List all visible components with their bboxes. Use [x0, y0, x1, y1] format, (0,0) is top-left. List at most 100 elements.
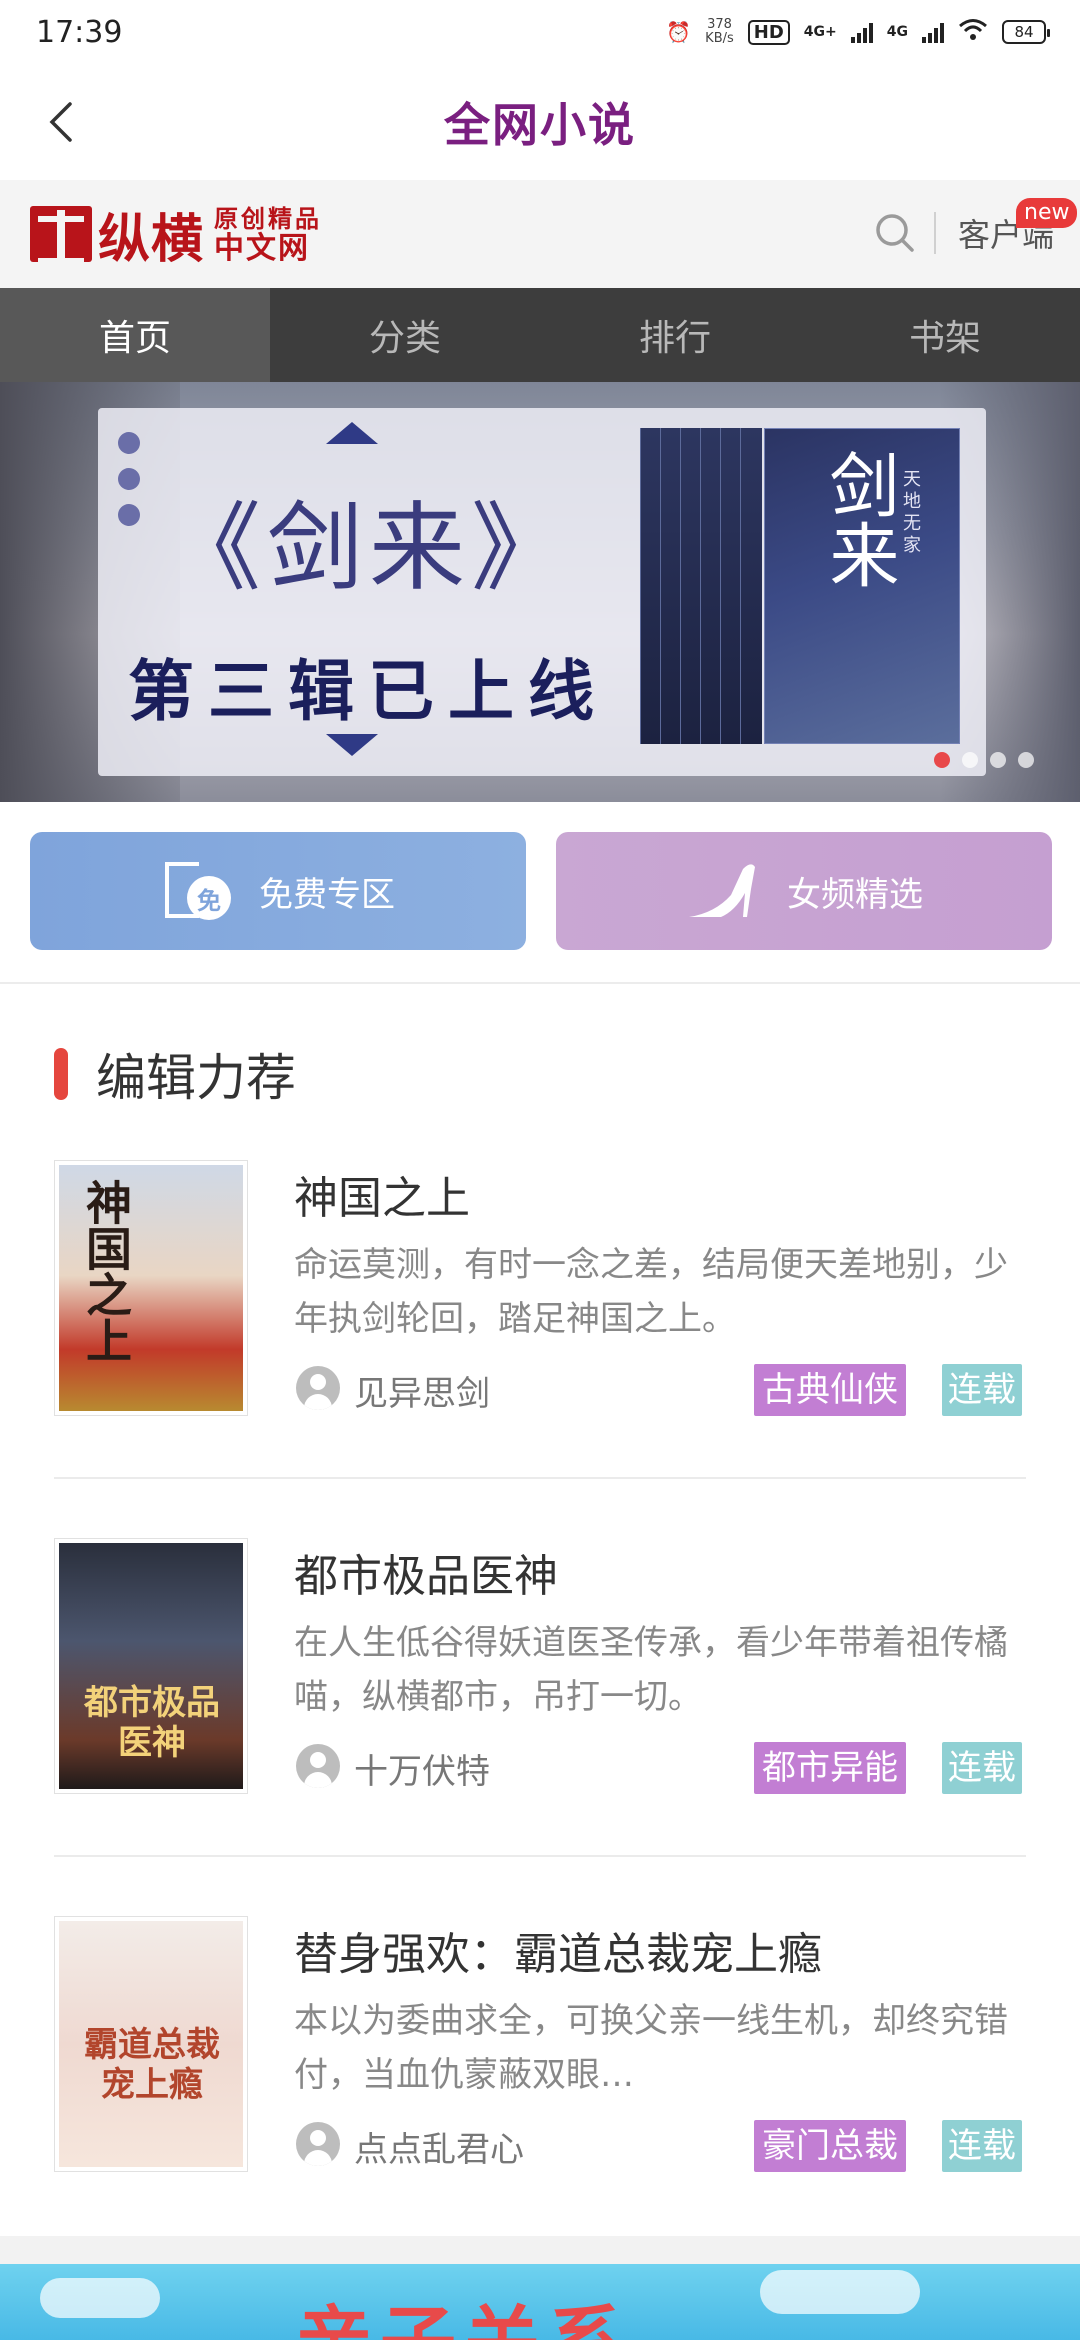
genre-tag[interactable]: 豪门总裁 [754, 2120, 906, 2172]
cover-title: 神国之上 [79, 1179, 133, 1363]
free-book-icon: 免 [161, 860, 233, 922]
cover-title: 霸道总裁宠上瘾 [84, 2025, 220, 2105]
book-cover[interactable]: 神国之上 [54, 1160, 248, 1416]
chevron-down-icon [326, 734, 378, 756]
book-front-title: 剑来 [818, 449, 900, 589]
banner-title: 《剑来》 [165, 492, 573, 604]
chevron-left-icon [49, 102, 72, 142]
sim2-label: 4G [886, 24, 908, 40]
book-spine [720, 428, 742, 744]
promo-banner[interactable]: 《剑来》 第三辑已上线 剑来 天地无家 [0, 382, 1080, 802]
divider [934, 212, 936, 254]
book-item[interactable]: 霸道总裁宠上瘾 替身强欢：霸道总裁宠上瘾 本以为委曲求全，可换父亲一线生机，却终… [54, 1916, 1026, 2246]
logo-mark-icon [30, 206, 92, 264]
page-title: 全网小说 [444, 98, 636, 152]
status-icons: ⏰ 378 KB/s HD 4G+ 4G 84 [666, 18, 1050, 47]
author-name: 见异思剑 [354, 1374, 490, 1414]
search-icon [876, 214, 914, 252]
search-button[interactable] [872, 210, 918, 256]
female-picks-label: 女频精选 [787, 874, 923, 915]
book-spine [660, 428, 682, 744]
book-description: 本以为委曲求全，可换父亲一线生机，却终究错付，当血仇蒙蔽双眼… [294, 2001, 1008, 2095]
book-title[interactable]: 替身强欢：霸道总裁宠上瘾 [294, 1918, 822, 1982]
back-button[interactable] [40, 98, 88, 146]
new-badge: new [1016, 198, 1078, 228]
author-avatar-icon [296, 1366, 340, 1410]
section-header: 编辑力荐 [54, 1038, 296, 1110]
genre-tag[interactable]: 古典仙侠 [754, 1364, 906, 1416]
free-badge: 免 [187, 876, 231, 920]
book-cover[interactable]: 都市极品医神 [54, 1538, 248, 1794]
pager-dot[interactable] [990, 752, 1006, 768]
item-divider [54, 1855, 1026, 1857]
free-zone-label: 免费专区 [259, 874, 395, 915]
alarm-icon: ⏰ [666, 20, 692, 44]
book-spine [640, 428, 662, 744]
book-item[interactable]: 神国之上 神国之上 命运莫测，有时一念之差，结局便天差地别，少年执剑轮回，踏足神… [54, 1160, 1026, 1490]
nav-tabs: 首页 分类 排行 书架 [0, 288, 1080, 382]
pager-dot[interactable] [1018, 752, 1034, 768]
status-tag: 连载 [942, 2120, 1022, 2172]
wifi-icon [958, 18, 988, 47]
cloud-decoration [760, 2270, 920, 2314]
status-time: 17:39 [36, 14, 123, 50]
logo-sub-bottom: 中文网 [214, 231, 311, 266]
high-heel-icon [689, 864, 755, 917]
zongheng-logo[interactable]: 纵横 原创精品 中文网 [30, 202, 322, 270]
status-tag: 连载 [942, 1364, 1022, 1416]
book-spine [680, 428, 702, 744]
banner-subtitle: 第三辑已上线 [128, 652, 608, 730]
logo-main-text: 纵横 [98, 208, 205, 270]
female-picks-button[interactable]: 女频精选 [556, 832, 1052, 950]
book-cover[interactable]: 霸道总裁宠上瘾 [54, 1916, 248, 2172]
book-cover-art: 霸道总裁宠上瘾 [59, 1921, 243, 2167]
book-item[interactable]: 都市极品医神 都市极品医神 在人生低谷得妖道医圣传承，看少年带着祖传橘喵，纵横都… [54, 1538, 1026, 1868]
banner-pager [934, 752, 1034, 768]
logo-sub-top: 原创精品 [214, 205, 323, 233]
cloud-decoration [40, 2278, 160, 2318]
cover-title: 都市极品医神 [84, 1683, 220, 1763]
book-title[interactable]: 神国之上 [294, 1162, 470, 1226]
chevron-up-icon [326, 422, 378, 444]
net-speed-unit: KB/s [705, 31, 734, 46]
bottom-banner-text: 亲子关系 [296, 2280, 632, 2340]
banner-decoration [118, 432, 140, 526]
sim1-label: 4G+ [803, 24, 837, 40]
book-spine [740, 428, 762, 744]
book-front-sub: 天地无家 [903, 469, 921, 556]
tab-home[interactable]: 首页 [0, 288, 270, 382]
tab-category[interactable]: 分类 [270, 288, 540, 382]
net-speed: 378 KB/s [705, 18, 734, 46]
free-zone-button[interactable]: 免 免费专区 [30, 832, 526, 950]
tab-bookshelf[interactable]: 书架 [810, 288, 1080, 382]
logo-sub: 原创精品 中文网 [214, 204, 322, 264]
bottom-gap [0, 2236, 1080, 2264]
brand-bar: 纵横 原创精品 中文网 客户端 [0, 180, 1080, 288]
book-cover-art: 都市极品医神 [59, 1543, 243, 1789]
item-divider [54, 1477, 1026, 1479]
signal-icon [850, 21, 873, 43]
book-description: 在人生低谷得妖道医圣传承，看少年带着祖传橘喵，纵横都市，吊打一切。 [294, 1623, 1008, 1717]
battery-icon: 84 [1002, 20, 1050, 44]
signal-icon-2 [922, 21, 944, 43]
section-title: 编辑力荐 [96, 1049, 296, 1107]
status-tag: 连载 [942, 1742, 1022, 1794]
pager-dot-active[interactable] [934, 752, 950, 768]
hd-badge: HD [747, 19, 790, 45]
title-bar: 全网小说 [0, 64, 1080, 180]
genre-tag[interactable]: 都市异能 [754, 1742, 906, 1794]
author-name: 点点乱君心 [354, 2130, 524, 2170]
tab-ranking[interactable]: 排行 [540, 288, 810, 382]
pager-dot[interactable] [962, 752, 978, 768]
net-speed-value: 378 [707, 17, 732, 32]
section-accent-bar [54, 1048, 68, 1100]
book-description: 命运莫测，有时一念之差，结局便天差地别，少年执剑轮回，踏足神国之上。 [294, 1245, 1008, 1339]
book-front-cover: 剑来 天地无家 [764, 428, 960, 744]
bottom-promo-banner[interactable]: 亲子关系 [0, 2264, 1080, 2340]
status-bar: 17:39 ⏰ 378 KB/s HD 4G+ 4G 84 [0, 0, 1080, 64]
author-avatar-icon [296, 1744, 340, 1788]
author-avatar-icon [296, 2122, 340, 2166]
section-divider [0, 982, 1080, 984]
book-cover-art: 神国之上 [59, 1165, 243, 1411]
book-title[interactable]: 都市极品医神 [294, 1540, 558, 1604]
